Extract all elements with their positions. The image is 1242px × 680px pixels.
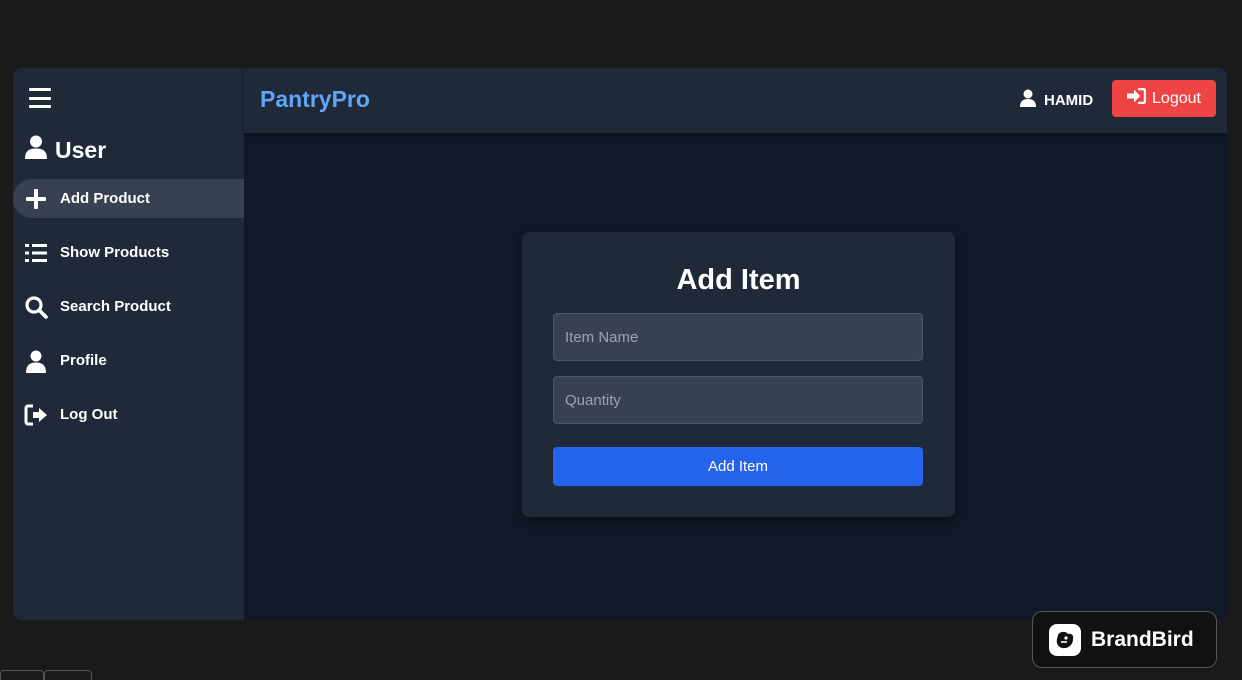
sidebar-item-label: Add Product: [60, 190, 150, 207]
brand-logo-text[interactable]: PantryPro: [260, 86, 370, 113]
username-label: HAMID: [1044, 91, 1094, 109]
user-icon: [25, 135, 47, 165]
top-header: PantryPro HAMID Logout: [244, 68, 1227, 133]
list-icon: [24, 241, 48, 265]
sidebar-item-label: Show Products: [60, 244, 170, 261]
sidebar-item-label: Profile: [60, 352, 107, 369]
add-item-button[interactable]: Add Item: [553, 447, 923, 486]
sidebar-item-label: Log Out: [60, 406, 118, 423]
sidebar: User Add Product Show Products Search Pr…: [13, 68, 244, 620]
sidebar-item-log-out[interactable]: Log Out: [13, 395, 244, 434]
bottom-tab-stub: [0, 670, 44, 680]
plus-icon: [24, 187, 48, 211]
user-icon: [1020, 89, 1036, 111]
search-icon: [24, 295, 48, 319]
logout-label: Logout: [1152, 89, 1201, 107]
add-item-card: Add Item Add Item: [522, 232, 955, 517]
sidebar-item-show-products[interactable]: Show Products: [13, 233, 244, 272]
sign-out-icon: [24, 403, 48, 427]
sidebar-item-search-product[interactable]: Search Product: [13, 287, 244, 326]
sidebar-title: User: [25, 135, 107, 165]
sidebar-title-label: User: [55, 136, 107, 163]
hamburger-menu-icon[interactable]: [29, 88, 51, 108]
bottom-tab-stub: [44, 670, 92, 680]
quantity-input[interactable]: [553, 376, 923, 424]
item-name-input[interactable]: [553, 313, 923, 361]
brandbird-watermark: BrandBird: [1032, 611, 1217, 668]
user-icon: [24, 349, 48, 373]
sign-in-icon: [1127, 87, 1147, 109]
sidebar-item-profile[interactable]: Profile: [13, 341, 244, 380]
sidebar-item-label: Search Product: [60, 298, 171, 315]
watermark-label: BrandBird: [1091, 627, 1194, 651]
sidebar-item-add-product[interactable]: Add Product: [13, 179, 244, 218]
sidebar-nav: Add Product Show Products Search Product…: [13, 179, 244, 449]
app-window: User Add Product Show Products Search Pr…: [13, 68, 1227, 620]
logout-button[interactable]: Logout: [1112, 80, 1216, 117]
brandbird-logo-icon: [1049, 623, 1081, 656]
form-title: Add Item: [676, 264, 801, 296]
current-user: HAMID: [1020, 89, 1093, 111]
